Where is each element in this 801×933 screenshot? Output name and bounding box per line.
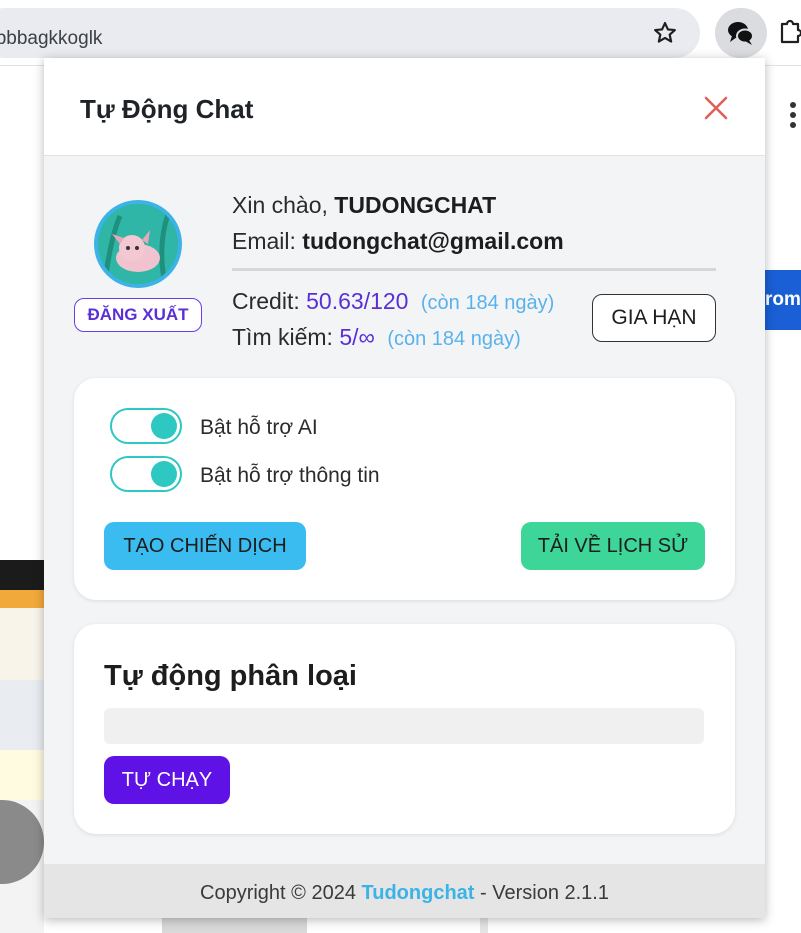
- extension-button[interactable]: [715, 8, 767, 58]
- background-block: [480, 918, 488, 933]
- classify-progress-bar: [104, 708, 704, 744]
- popup-title: Tự Động Chat: [80, 94, 254, 124]
- credit-line: Credit: 50.63/120 (còn 184 ngày): [232, 288, 554, 315]
- username: TUDONGCHAT: [334, 192, 497, 218]
- settings-card: Bật hỗ trợ AI Bật hỗ trợ thông tin TẠO C…: [74, 378, 735, 600]
- download-history-button[interactable]: TẢI VỀ LỊCH SỬ: [521, 522, 705, 570]
- page-menu-icon[interactable]: [788, 100, 798, 130]
- background-banner: rome: [765, 270, 801, 330]
- avatar: [94, 200, 182, 288]
- greeting-prefix: Xin chào,: [232, 192, 335, 218]
- search-label: Tìm kiếm:: [232, 324, 340, 350]
- toggle-knob: [151, 461, 177, 487]
- search-expiry-note: (còn 184 ngày): [387, 328, 521, 350]
- extensions-puzzle-icon[interactable]: [778, 18, 801, 48]
- extension-popup: Tự Động Chat ĐĂNG XUẤT Xin chào, TUDONGC…: [44, 58, 765, 918]
- background-block: [162, 918, 307, 933]
- popup-footer: Copyright © 2024 Tudongchat - Version 2.…: [44, 864, 765, 918]
- popup-header: Tự Động Chat: [44, 58, 765, 156]
- search-line: Tìm kiếm: 5/∞ (còn 184 ngày): [232, 324, 521, 351]
- bookmark-star-icon[interactable]: [652, 20, 678, 46]
- info-support-label: Bật hỗ trợ thông tin: [200, 464, 380, 487]
- credit-value: 50.63/120: [306, 288, 409, 314]
- browser-toolbar: clpbbagkkoglk: [0, 0, 801, 66]
- auto-classify-title: Tự động phân loại: [104, 660, 357, 692]
- renew-button[interactable]: GIA HẠN: [592, 294, 716, 342]
- copyright-text: Copyright © 2024: [200, 882, 362, 904]
- profile-divider: [232, 268, 716, 271]
- auto-classify-card: Tự động phân loại TỰ CHẠY: [74, 624, 735, 834]
- ai-support-toggle[interactable]: [110, 408, 182, 444]
- avatar-image: [98, 204, 178, 284]
- search-value: 5/∞: [339, 324, 375, 350]
- version-text: - Version 2.1.1: [474, 882, 609, 904]
- create-campaign-button[interactable]: TẠO CHIẾN DỊCH: [104, 522, 306, 570]
- greeting: Xin chào, TUDONGCHAT: [232, 192, 496, 219]
- email-value: tudongchat@gmail.com: [302, 228, 564, 254]
- url-text[interactable]: clpbbagkkoglk: [0, 28, 102, 50]
- ai-support-label: Bật hỗ trợ AI: [200, 416, 318, 439]
- background-banner-text: rome: [765, 289, 801, 310]
- credit-expiry-note: (còn 184 ngày): [420, 292, 555, 314]
- email-label: Email:: [232, 228, 303, 254]
- brand-link[interactable]: Tudongchat: [362, 882, 475, 904]
- chat-bubbles-icon: [728, 22, 754, 45]
- address-bar[interactable]: clpbbagkkoglk: [0, 8, 700, 58]
- close-icon[interactable]: [704, 96, 728, 120]
- logout-button[interactable]: ĐĂNG XUẤT: [74, 298, 202, 332]
- credit-label: Credit:: [232, 288, 307, 314]
- email-line: Email: tudongchat@gmail.com: [232, 228, 564, 255]
- toggle-knob: [151, 413, 177, 439]
- info-support-toggle[interactable]: [110, 456, 182, 492]
- auto-run-button[interactable]: TỰ CHẠY: [104, 756, 230, 804]
